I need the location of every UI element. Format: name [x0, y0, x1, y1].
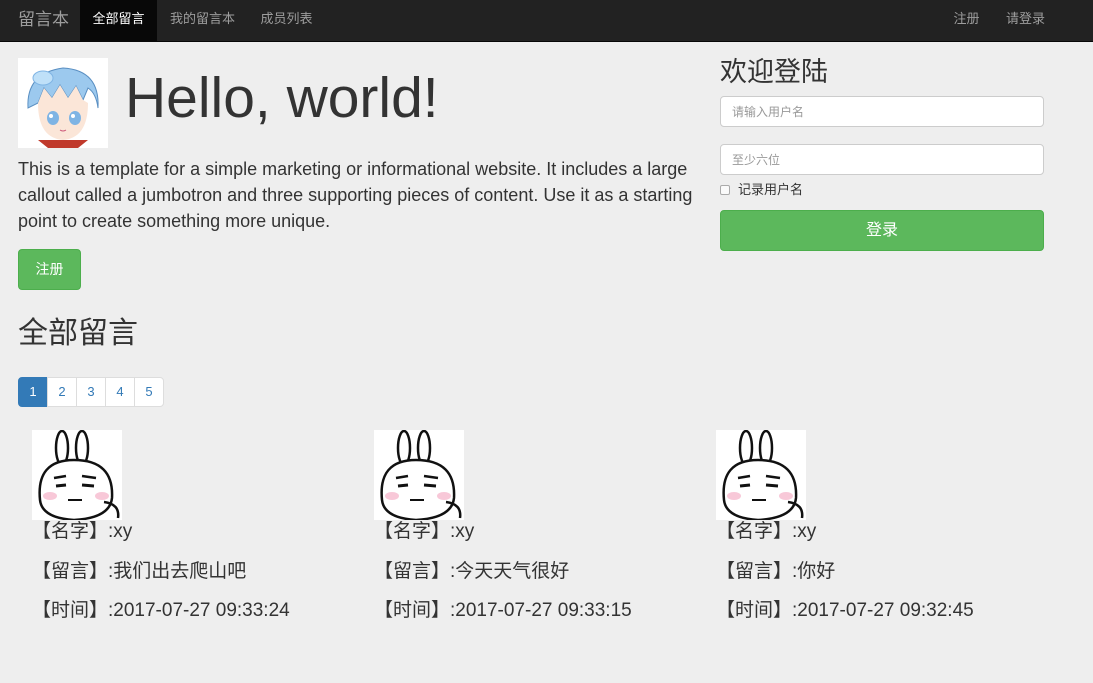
password-input[interactable] [720, 144, 1044, 175]
page-1[interactable]: 1 [18, 377, 48, 407]
username-input[interactable] [720, 96, 1044, 127]
message-content: 【留言】:你好 [716, 561, 836, 582]
brand-link[interactable]: 留言本 [18, 0, 69, 42]
nav-login[interactable]: 请登录 [993, 0, 1058, 42]
remember-checkbox[interactable] [720, 185, 730, 195]
nav-member-list[interactable]: 成员列表 [248, 0, 325, 42]
page-3[interactable]: 3 [76, 377, 106, 407]
jumbotron-title: Hello, world! [125, 66, 439, 130]
login-button[interactable]: 登录 [720, 210, 1044, 251]
pagination: 1 2 3 4 5 [18, 377, 164, 407]
nav-register[interactable]: 注册 [940, 0, 993, 42]
nav-all-messages[interactable]: 全部留言 [80, 0, 157, 42]
jumbotron-lead: This is a template for a simple marketin… [18, 159, 693, 231]
remember-username[interactable]: 记录用户名 [720, 181, 803, 199]
message-content: 【留言】:今天天气很好 [374, 561, 570, 582]
top-navbar: 留言本 全部留言 我的留言本 成员列表 注册 请登录 [0, 0, 1093, 42]
nav-my-messages[interactable]: 我的留言本 [157, 0, 248, 42]
message-content: 【留言】:我们出去爬山吧 [32, 561, 247, 582]
bunny-avatar-image [374, 430, 464, 520]
page-2[interactable]: 2 [47, 377, 77, 407]
message-name: 【名字】:xy [374, 521, 475, 542]
message-time: 【时间】:2017-07-27 09:33:24 [32, 600, 290, 621]
messages-title: 全部留言 [18, 317, 138, 350]
message-name: 【名字】:xy [32, 521, 133, 542]
login-title: 欢迎登陆 [720, 57, 828, 87]
anime-avatar-image [18, 58, 108, 148]
message-name: 【名字】:xy [716, 521, 817, 542]
register-button[interactable]: 注册 [18, 249, 81, 290]
page-5[interactable]: 5 [134, 377, 164, 407]
message-time: 【时间】:2017-07-27 09:33:15 [374, 600, 632, 621]
bunny-avatar-image [32, 430, 122, 520]
page-4[interactable]: 4 [105, 377, 135, 407]
remember-label: 记录用户名 [738, 182, 804, 197]
message-time: 【时间】:2017-07-27 09:32:45 [716, 600, 974, 621]
bunny-avatar-image [716, 430, 806, 520]
